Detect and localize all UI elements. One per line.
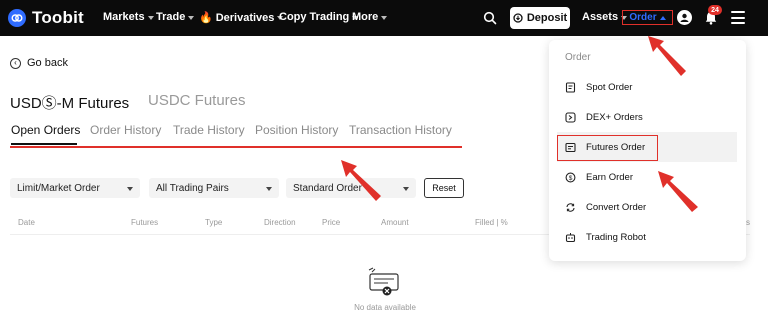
chevron-down-icon — [127, 186, 133, 191]
column-header-filled: Filled | % — [475, 218, 508, 227]
menu-line — [731, 22, 745, 24]
spot-order-icon — [565, 81, 576, 93]
no-data-icon — [368, 267, 399, 296]
chevron-up-icon — [659, 16, 666, 20]
empty-state-text: No data available — [354, 303, 416, 312]
nav-more-label: More — [352, 11, 379, 23]
chevron-down-icon — [147, 15, 154, 20]
back-arrow-icon: ‹ — [10, 57, 21, 69]
menu-line — [731, 11, 745, 13]
reset-button[interactable]: Reset — [424, 178, 464, 198]
hamburger-menu-icon[interactable] — [731, 11, 745, 24]
order-type-value: Limit/Market Order — [17, 182, 100, 194]
nav-copy-trading[interactable]: Copy Trading — [279, 11, 359, 23]
tab-order-history[interactable]: Order History — [90, 123, 161, 137]
dex-orders-icon — [565, 111, 576, 123]
search-icon — [483, 11, 497, 25]
chevron-down-icon — [381, 15, 388, 20]
tab-usdc-futures[interactable]: USDC Futures — [148, 92, 246, 109]
tab-transaction-history[interactable]: Transaction History — [349, 123, 452, 137]
nav-assets-label: Assets — [582, 11, 619, 23]
column-header-price: Price — [322, 218, 341, 227]
menu-item-label: Spot Order — [586, 81, 633, 93]
notification-count-badge: 24 — [708, 5, 722, 15]
deposit-label: Deposit — [526, 12, 568, 24]
nav-markets-label: Markets — [103, 11, 145, 23]
menu-item-convert-order[interactable]: Convert Order — [549, 194, 746, 220]
nav-copy-trading-label: Copy Trading — [279, 11, 350, 23]
column-header-direction: Direction — [264, 218, 296, 227]
deposit-icon — [513, 13, 523, 23]
nav-more[interactable]: More — [352, 11, 388, 23]
avatar[interactable] — [677, 10, 692, 25]
brand-name: Toobit — [32, 8, 84, 27]
menu-item-trading-robot[interactable]: Trading Robot — [549, 224, 746, 250]
order-mode-value: Standard Order — [293, 182, 362, 194]
tab-open-orders[interactable]: Open Orders — [11, 123, 80, 137]
column-header-type: Type — [205, 218, 223, 227]
chevron-down-icon — [266, 186, 272, 191]
menu-line — [731, 16, 745, 19]
nav-assets[interactable]: Assets — [582, 11, 628, 23]
search-button[interactable] — [480, 8, 500, 28]
chevron-down-icon — [188, 15, 195, 20]
menu-item-label: Earn Order — [586, 171, 633, 183]
earn-order-icon: $ — [565, 172, 576, 183]
annotation-highlight-box — [557, 135, 658, 161]
column-header-date: Date — [18, 218, 35, 227]
nav-markets[interactable]: Markets — [103, 11, 154, 23]
column-header-amount: Amount — [381, 218, 409, 227]
go-back-link[interactable]: ‹ Go back — [10, 57, 68, 69]
nav-order[interactable]: Order — [622, 10, 673, 25]
nav-trade[interactable]: Trade — [156, 11, 195, 23]
tab-trade-history[interactable]: Trade History — [173, 123, 245, 137]
annotation-underline — [10, 146, 462, 148]
go-back-label: Go back — [27, 57, 68, 69]
menu-item-label: Trading Robot — [586, 231, 646, 243]
menu-item-earn-order[interactable]: $ Earn Order — [549, 164, 746, 190]
flame-icon: 🔥 — [199, 12, 213, 24]
tab-usds-m-futures[interactable]: USDⓈ-M Futures — [10, 92, 129, 113]
nav-derivatives-label: Derivatives — [215, 11, 275, 24]
trading-pairs-value: All Trading Pairs — [156, 182, 229, 194]
trading-robot-icon — [565, 232, 576, 243]
nav-trade-label: Trade — [156, 11, 186, 23]
menu-item-label: DEX+ Orders — [586, 111, 643, 123]
tab-position-history[interactable]: Position History — [255, 123, 338, 137]
toobit-logo-icon — [8, 9, 26, 27]
user-icon — [680, 13, 689, 22]
active-tab-indicator — [11, 143, 77, 145]
menu-item-dex-orders[interactable]: DEX+ Orders — [549, 104, 746, 130]
column-header-futures: Futures — [131, 218, 159, 227]
column-header-partial: s — [746, 218, 750, 227]
chevron-down-icon — [403, 186, 409, 191]
svg-text:$: $ — [569, 174, 573, 181]
dropdown-title: Order — [565, 52, 591, 63]
top-navigation-bar: Toobit Markets Trade 🔥 Derivatives Copy … — [0, 0, 768, 36]
convert-order-icon — [565, 202, 576, 213]
deposit-button[interactable]: Deposit — [510, 7, 570, 29]
trading-pairs-select[interactable]: All Trading Pairs — [149, 178, 279, 198]
order-type-select[interactable]: Limit/Market Order — [10, 178, 140, 198]
nav-derivatives[interactable]: 🔥 Derivatives — [199, 11, 284, 24]
toobit-logo[interactable]: Toobit — [8, 8, 84, 28]
menu-item-spot-order[interactable]: Spot Order — [549, 74, 746, 100]
nav-order-label: Order — [629, 12, 657, 23]
order-mode-select[interactable]: Standard Order — [286, 178, 416, 198]
menu-item-label: Convert Order — [586, 201, 647, 213]
